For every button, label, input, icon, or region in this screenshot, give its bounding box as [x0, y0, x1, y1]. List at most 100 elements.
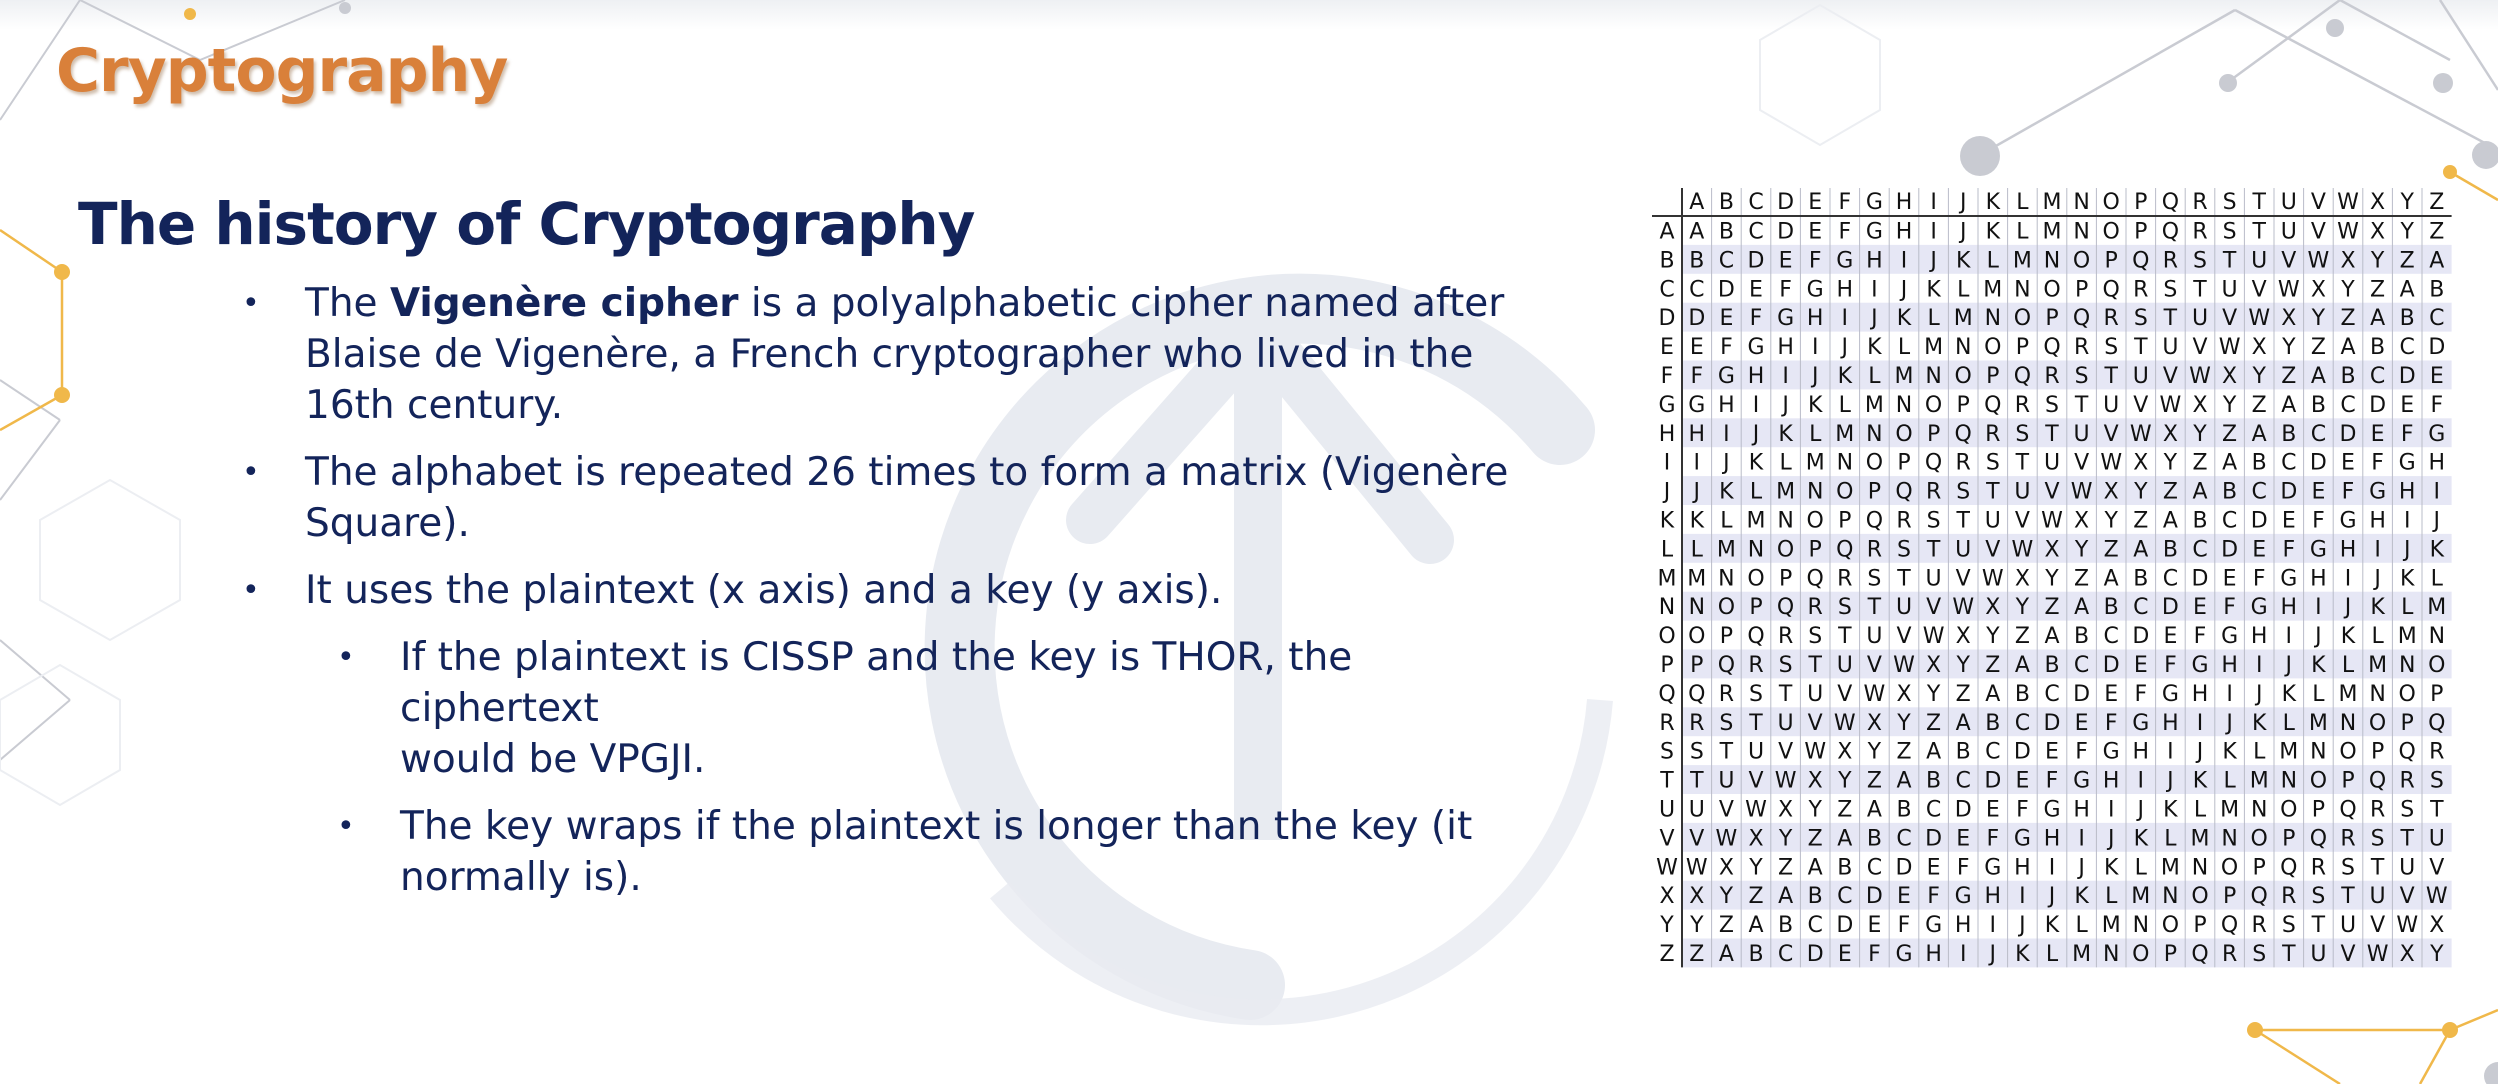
square-cell: X: [1748, 826, 1763, 851]
square-cell: Z: [2133, 508, 2148, 533]
square-cell: Z: [2222, 422, 2237, 447]
bullet-line: would be VPGJI.: [400, 737, 706, 782]
square-cell: U: [1985, 508, 2001, 533]
square-cell: Z: [1926, 711, 1941, 736]
square-cell: O: [2369, 711, 2386, 736]
square-cell: H: [2073, 797, 2090, 822]
node-dot: [339, 2, 351, 14]
square-cell: J: [2195, 740, 2204, 765]
square-cell: I: [2049, 855, 2056, 880]
square-cell: C: [1689, 277, 1704, 302]
square-cell: K: [1690, 508, 1705, 533]
square-cell: B: [1896, 797, 1911, 822]
square-cell: P: [1690, 653, 1703, 678]
node-dot: [184, 8, 196, 20]
square-cell: Z: [2429, 219, 2444, 244]
square-cell: V: [1867, 653, 1882, 678]
square-cell: A: [2429, 248, 2444, 273]
square-cell: N: [2192, 855, 2208, 880]
square-cell: U: [2133, 364, 2149, 389]
square-cell: W: [1686, 855, 1708, 880]
square-cell: W: [1952, 595, 1974, 620]
square-cell: L: [2401, 595, 2414, 620]
square-cell: L: [2046, 942, 2059, 967]
square-cell: X: [2340, 248, 2355, 273]
square-cell: W: [1982, 566, 2004, 591]
square-cell: X: [2074, 508, 2089, 533]
square-cell: Q: [2280, 855, 2297, 880]
square-cell: M: [2368, 653, 2387, 678]
square-cell: J: [2165, 769, 2174, 794]
header-letter: K: [1986, 190, 2001, 215]
square-cell: I: [1694, 451, 1701, 476]
square-cell: A: [1689, 219, 1704, 244]
square-cell: F: [2164, 653, 2177, 678]
square-cell: E: [2400, 393, 2414, 418]
square-cell: M: [2220, 797, 2239, 822]
square-cell: W: [1923, 624, 1945, 649]
square-cell: D: [1866, 884, 1883, 909]
square-cell: F: [1838, 219, 1851, 244]
square-cell: I: [1723, 422, 1730, 447]
node-dot: [2219, 74, 2237, 92]
key-letter: U: [1659, 797, 1675, 822]
bullet-dot: •: [337, 809, 355, 844]
square-cell: P: [2223, 884, 2236, 909]
square-cell: G: [2339, 508, 2356, 533]
square-cell: W: [1716, 826, 1738, 851]
square-cell: C: [2044, 682, 2059, 707]
square-cell: M: [1747, 508, 1766, 533]
vigenere-square-svg: A B C D E F G H I J K L M N O P Q R S T U V W X Y ZA A B C D E F G H I J K L M…: [1652, 188, 2452, 968]
header-letter: T: [2251, 190, 2266, 215]
square-cell: O: [1895, 422, 1912, 447]
square-cell: F: [1898, 913, 1911, 938]
bullet-line: If the plaintext is CISSP and the key is…: [400, 635, 1353, 731]
square-cell: B: [2400, 306, 2415, 331]
square-cell: W: [2160, 393, 2182, 418]
square-cell: V: [2044, 480, 2059, 505]
square-cell: C: [2104, 624, 2119, 649]
square-cell: H: [1866, 248, 1883, 273]
square-cell: P: [2134, 219, 2147, 244]
square-cell: R: [1985, 422, 2000, 447]
square-cell: B: [1985, 711, 2000, 736]
square-cell: D: [2192, 566, 2209, 591]
square-cell: X: [2163, 422, 2178, 447]
square-cell: L: [1839, 393, 1852, 418]
square-cell: Z: [2163, 480, 2178, 505]
square-cell: R: [1896, 508, 1911, 533]
key-letter: B: [1659, 248, 1674, 273]
square-cell: N: [2221, 826, 2237, 851]
square-cell: J: [1751, 422, 1760, 447]
node-dot: [2484, 1062, 2498, 1084]
square-cell: F: [2401, 422, 2414, 447]
square-cell: A: [1748, 913, 1763, 938]
square-cell: Q: [1955, 422, 1972, 447]
square-cell: Z: [2370, 277, 2385, 302]
square-cell: Z: [2192, 451, 2207, 476]
bullet-dot: •: [242, 286, 260, 321]
square-cell: R: [2192, 219, 2207, 244]
square-cell: V: [2429, 855, 2444, 880]
square-cell: Z: [2252, 393, 2267, 418]
square-cell: F: [2312, 508, 2325, 533]
square-cell: I: [2374, 537, 2381, 562]
square-cell: V: [2015, 508, 2030, 533]
header-letter: V: [2311, 190, 2326, 215]
square-cell: H: [1777, 335, 1794, 360]
square-cell: E: [2163, 624, 2177, 649]
square-cell: N: [2073, 219, 2089, 244]
square-cell: S: [2075, 364, 2089, 389]
square-cell: U: [2074, 422, 2090, 447]
square-cell: A: [1956, 711, 1971, 736]
square-cell: J: [2017, 913, 2026, 938]
square-cell: Z: [1896, 740, 1911, 765]
square-cell: G: [2014, 826, 2031, 851]
square-cell: L: [1868, 364, 1881, 389]
square-cell: Y: [1896, 711, 1911, 736]
square-cell: X: [2400, 942, 2415, 967]
square-cell: U: [1718, 769, 1734, 794]
square-cell: J: [1899, 277, 1908, 302]
square-cell: H: [2369, 508, 2386, 533]
square-cell: L: [1927, 306, 1940, 331]
